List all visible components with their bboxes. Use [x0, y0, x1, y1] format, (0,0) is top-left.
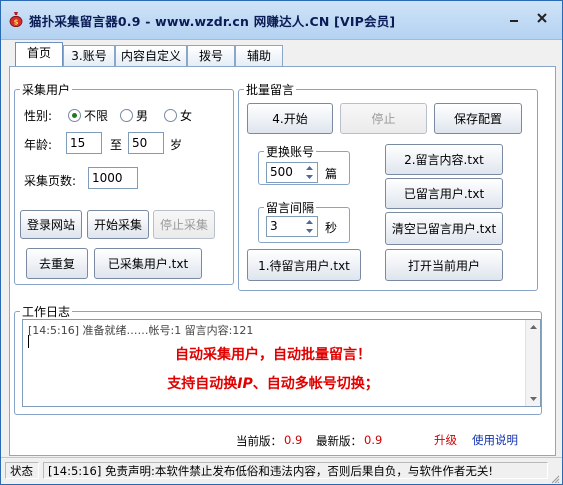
promo-line-1: 自动采集用户，自动批量留言！ — [175, 347, 371, 363]
promo-line-2-suffix: 、自动多帐号切换； — [252, 376, 379, 392]
promo-line-2-ip: IP — [237, 376, 253, 392]
status-bar: 状态 [14:5:16] 免责声明:本软件禁止发布低俗和违法内容，否则后果自负，… — [1, 457, 562, 484]
interval-legend: 留言间隔 — [266, 201, 315, 215]
close-icon — [536, 12, 548, 27]
dedupe-button[interactable]: 去重复 — [26, 248, 88, 279]
spin-down-icon[interactable] — [303, 173, 316, 182]
gender-option-any: 不限 — [84, 109, 109, 123]
batch-stop-button[interactable]: 停止 — [340, 103, 427, 134]
work-log-textarea[interactable]: [14:5:16] 准备就绪……帐号:1 留言内容:121 自动采集用户，自动批… — [22, 319, 541, 407]
scroll-down-icon[interactable] — [526, 392, 540, 406]
app-window: $ 猫扑采集留言器0.9 - www.wzdr.cn 网赚达人.CN [VIP会… — [0, 0, 563, 485]
promo-line-2-prefix: 支持自动换 — [167, 376, 238, 392]
interval-spinner[interactable]: 3 — [266, 216, 318, 237]
interval-unit: 秒 — [325, 221, 338, 235]
pending-users-button[interactable]: 1.待留言用户.txt — [247, 249, 361, 281]
clear-messaged-button[interactable]: 清空已留言用户.txt — [385, 212, 503, 245]
login-site-button[interactable]: 登录网站 — [20, 210, 82, 239]
current-version-label: 当前版： — [236, 434, 282, 448]
tab-home[interactable]: 首页 — [15, 42, 63, 67]
message-content-button[interactable]: 2.留言内容.txt — [385, 144, 503, 175]
age-label: 年龄: — [24, 138, 53, 152]
tab-content-custom[interactable]: 内容自定义 — [115, 45, 187, 67]
status-label: 状态 — [5, 462, 39, 479]
scroll-up-icon[interactable] — [526, 320, 540, 334]
batch-message-legend: 批量留言 — [246, 83, 295, 97]
spin-down-icon[interactable] — [303, 227, 316, 236]
switch-account-spinner[interactable]: 500 — [266, 162, 318, 183]
batch-start-button[interactable]: 4.开始 — [247, 103, 333, 134]
latest-version-value: 0.9 — [364, 433, 383, 447]
spin-up-icon[interactable] — [303, 164, 316, 173]
switch-account-value: 500 — [270, 165, 293, 179]
svg-text:$: $ — [14, 19, 19, 27]
minimize-button[interactable] — [501, 9, 527, 29]
age-max-input[interactable]: 50 — [128, 132, 164, 154]
upgrade-link[interactable]: 升级 — [434, 432, 457, 448]
start-collect-button[interactable]: 开始采集 — [87, 210, 149, 239]
switch-account-legend: 更换账号 — [266, 145, 315, 159]
spin-up-icon[interactable] — [303, 218, 316, 227]
tab-accounts[interactable]: 3.账号 — [63, 45, 115, 67]
interval-value: 3 — [270, 219, 278, 233]
pages-label: 采集页数: — [24, 174, 77, 188]
collect-users-legend: 采集用户 — [22, 83, 71, 97]
help-link[interactable]: 使用说明 — [472, 432, 518, 448]
gender-option-female: 女 — [180, 109, 193, 123]
log-line: [14:5:16] 准备就绪……帐号:1 留言内容:121 — [28, 324, 254, 337]
switch-account-unit: 篇 — [325, 167, 338, 181]
save-config-button[interactable]: 保存配置 — [434, 103, 522, 134]
collected-users-button[interactable]: 已采集用户.txt — [94, 248, 202, 279]
gender-radio-female[interactable] — [164, 109, 177, 122]
resize-grip-icon[interactable] — [550, 473, 560, 484]
log-scrollbar[interactable] — [525, 320, 540, 406]
close-button[interactable] — [529, 9, 555, 29]
pages-input[interactable]: 1000 — [88, 167, 138, 189]
age-unit-label: 岁 — [170, 138, 183, 152]
gender-label: 性别: — [24, 109, 53, 123]
tab-dialup[interactable]: 拨号 — [187, 45, 235, 67]
messaged-users-button[interactable]: 已留言用户.txt — [385, 178, 503, 209]
age-to-label: 至 — [110, 138, 123, 152]
tab-assist[interactable]: 辅助 — [235, 45, 283, 67]
stop-collect-button[interactable]: 停止采集 — [153, 210, 215, 239]
current-version-value: 0.9 — [284, 433, 303, 447]
tab-panel-home: 采集用户 性别: 不限 男 女 年龄: 15 至 50 岁 采集页数: 1000… — [9, 66, 556, 456]
gender-radio-any[interactable] — [68, 109, 81, 122]
age-min-input[interactable]: 15 — [66, 132, 102, 154]
open-current-user-button[interactable]: 打开当前用户 — [385, 249, 503, 281]
minimize-icon — [508, 12, 520, 27]
work-log-legend: 工作日志 — [22, 305, 71, 319]
window-title: 猫扑采集留言器0.9 - www.wzdr.cn 网赚达人.CN [VIP会员] — [29, 14, 396, 29]
gender-radio-male[interactable] — [120, 109, 133, 122]
latest-version-label: 最新版： — [316, 434, 362, 448]
money-bag-icon: $ — [9, 11, 23, 28]
gender-option-male: 男 — [136, 109, 149, 123]
promo-line-2: 支持自动换IP、自动多帐号切换； — [23, 373, 523, 393]
title-bar[interactable]: $ 猫扑采集留言器0.9 - www.wzdr.cn 网赚达人.CN [VIP会… — [1, 1, 562, 40]
status-message: [14:5:16] 免责声明:本软件禁止发布低俗和违法内容，否则后果自负，与软件… — [43, 462, 548, 479]
